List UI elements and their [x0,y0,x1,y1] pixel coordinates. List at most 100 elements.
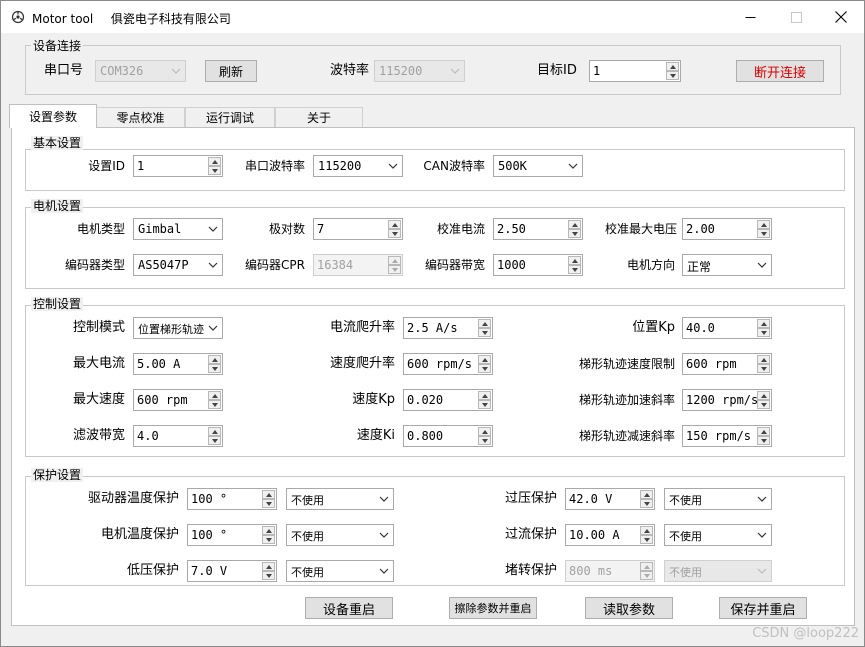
minimize-button[interactable] [727,1,773,33]
driver-temp-mode-select[interactable]: 不使用 [286,488,394,510]
arrow-down-icon [266,574,272,578]
motor-type-select[interactable]: Gimbal [133,218,223,240]
spin-down-button[interactable] [388,265,401,274]
spin-up-button[interactable] [757,220,770,229]
close-button[interactable] [818,1,864,33]
device-restart-button[interactable]: 设备重启 [305,597,393,619]
spin-up-button[interactable] [640,490,653,499]
encoder-cpr-spinbox[interactable]: 16384 [313,254,403,276]
target-id-spinbox[interactable]: 1 [589,60,681,82]
spin-up-button[interactable] [478,355,491,364]
spin-down-button[interactable] [208,364,221,373]
motor-direction-select[interactable]: 正常 [682,254,772,276]
spin-down-button[interactable] [208,436,221,445]
refresh-button[interactable]: 刷新 [205,60,257,82]
spin-up-button[interactable] [208,391,221,400]
encoder-type-select[interactable]: AS5047P [133,254,223,276]
disconnect-button[interactable]: 断开连接 [736,60,824,82]
pole-pairs-spinbox[interactable]: 7 [313,218,403,240]
spin-up-button[interactable] [208,157,221,166]
traj-decel-spinbox[interactable]: 150 rpm/s [682,425,772,447]
save-restart-button[interactable]: 保存并重启 [719,597,807,619]
spin-up-button[interactable] [208,427,221,436]
spin-down-button[interactable] [757,229,770,238]
spin-down-button[interactable] [478,364,491,373]
spin-down-button[interactable] [568,265,581,274]
spin-up-button[interactable] [262,490,275,499]
stall-mode-select[interactable]: 不使用 [664,560,772,582]
spin-up-button[interactable] [262,526,275,535]
tab-run-debug[interactable]: 运行调试 [185,107,275,127]
maximize-button[interactable] [773,1,819,33]
spin-up-button[interactable] [757,355,770,364]
spin-down-button[interactable] [262,535,275,544]
spin-down-button[interactable] [208,166,221,175]
baud-select[interactable]: 115200 [374,60,465,82]
tab-about[interactable]: 关于 [275,107,363,127]
read-params-button[interactable]: 读取参数 [585,597,673,619]
tab-settings[interactable]: 设置参数 [9,104,97,128]
spin-down-button[interactable] [640,499,653,508]
erase-restart-button[interactable]: 擦除参数并重启 [449,597,537,619]
encoder-bandwidth-spinbox[interactable]: 1000 [493,254,583,276]
spin-up-button[interactable] [262,562,275,571]
port-select[interactable]: COM326 [95,60,186,82]
spin-down-button[interactable] [640,535,653,544]
spin-down-button[interactable] [478,328,491,337]
uart-baud-select[interactable]: 115200 [313,155,403,177]
spin-down-button[interactable] [757,400,770,409]
velocity-kp-spinbox[interactable]: 0.020 [403,389,493,411]
driver-temp-spinbox[interactable]: 100 ° [187,488,277,510]
spin-up-button[interactable] [666,62,679,71]
spin-up-button[interactable] [478,427,491,436]
spin-up-button[interactable] [478,391,491,400]
spin-up-button[interactable] [757,427,770,436]
can-baud-select[interactable]: 500K [493,155,583,177]
spin-down-button[interactable] [568,229,581,238]
spin-up-button[interactable] [478,319,491,328]
velocity-ki-spinbox[interactable]: 0.800 [403,425,493,447]
cal-max-voltage-spinbox[interactable]: 2.00 [682,218,772,240]
tab-zero-calibration[interactable]: 零点校准 [96,107,185,127]
spin-up-button[interactable] [568,256,581,265]
position-kp-spinbox[interactable]: 40.0 [682,317,772,339]
spin-down-button[interactable] [757,364,770,373]
spin-down-button[interactable] [262,571,275,580]
cal-current-spinbox[interactable]: 2.50 [493,218,583,240]
spin-up-button[interactable] [388,256,401,265]
spin-up-button[interactable] [640,526,653,535]
spin-up-button[interactable] [640,562,653,571]
spin-up-button[interactable] [568,220,581,229]
max-current-spinbox[interactable]: 5.00 A [133,353,223,375]
spin-down-button[interactable] [262,499,275,508]
device-id-spinbox[interactable]: 1 [133,155,223,177]
spin-down-button[interactable] [666,71,679,80]
max-velocity-spinbox[interactable]: 600 rpm [133,389,223,411]
spin-down-button[interactable] [388,229,401,238]
filter-bandwidth-spinbox[interactable]: 4.0 [133,425,223,447]
control-mode-select[interactable]: 位置梯形轨迹 [133,317,223,339]
current-ramp-spinbox[interactable]: 2.5 A/s [403,317,493,339]
over-current-mode-select[interactable]: 不使用 [664,524,772,546]
spin-down-button[interactable] [757,436,770,445]
spin-up-button[interactable] [388,220,401,229]
spin-up-button[interactable] [757,319,770,328]
under-voltage-spinbox[interactable]: 7.0 V [187,560,277,582]
spin-down-button[interactable] [208,400,221,409]
over-voltage-mode-select[interactable]: 不使用 [664,488,772,510]
spin-up-button[interactable] [208,355,221,364]
spin-down-button[interactable] [478,436,491,445]
stall-spinbox[interactable]: 800 ms [565,560,655,582]
motor-temp-spinbox[interactable]: 100 ° [187,524,277,546]
spin-up-button[interactable] [757,391,770,400]
traj-velocity-limit-spinbox[interactable]: 600 rpm [682,353,772,375]
spin-down-button[interactable] [478,400,491,409]
motor-temp-mode-select[interactable]: 不使用 [286,524,394,546]
under-voltage-mode-select[interactable]: 不使用 [286,560,394,582]
velocity-ramp-spinbox[interactable]: 600 rpm/s [403,353,493,375]
traj-accel-spinbox[interactable]: 1200 rpm/s [682,389,772,411]
spin-down-button[interactable] [640,571,653,580]
over-current-spinbox[interactable]: 10.00 A [565,524,655,546]
over-voltage-spinbox[interactable]: 42.0 V [565,488,655,510]
spin-down-button[interactable] [757,328,770,337]
